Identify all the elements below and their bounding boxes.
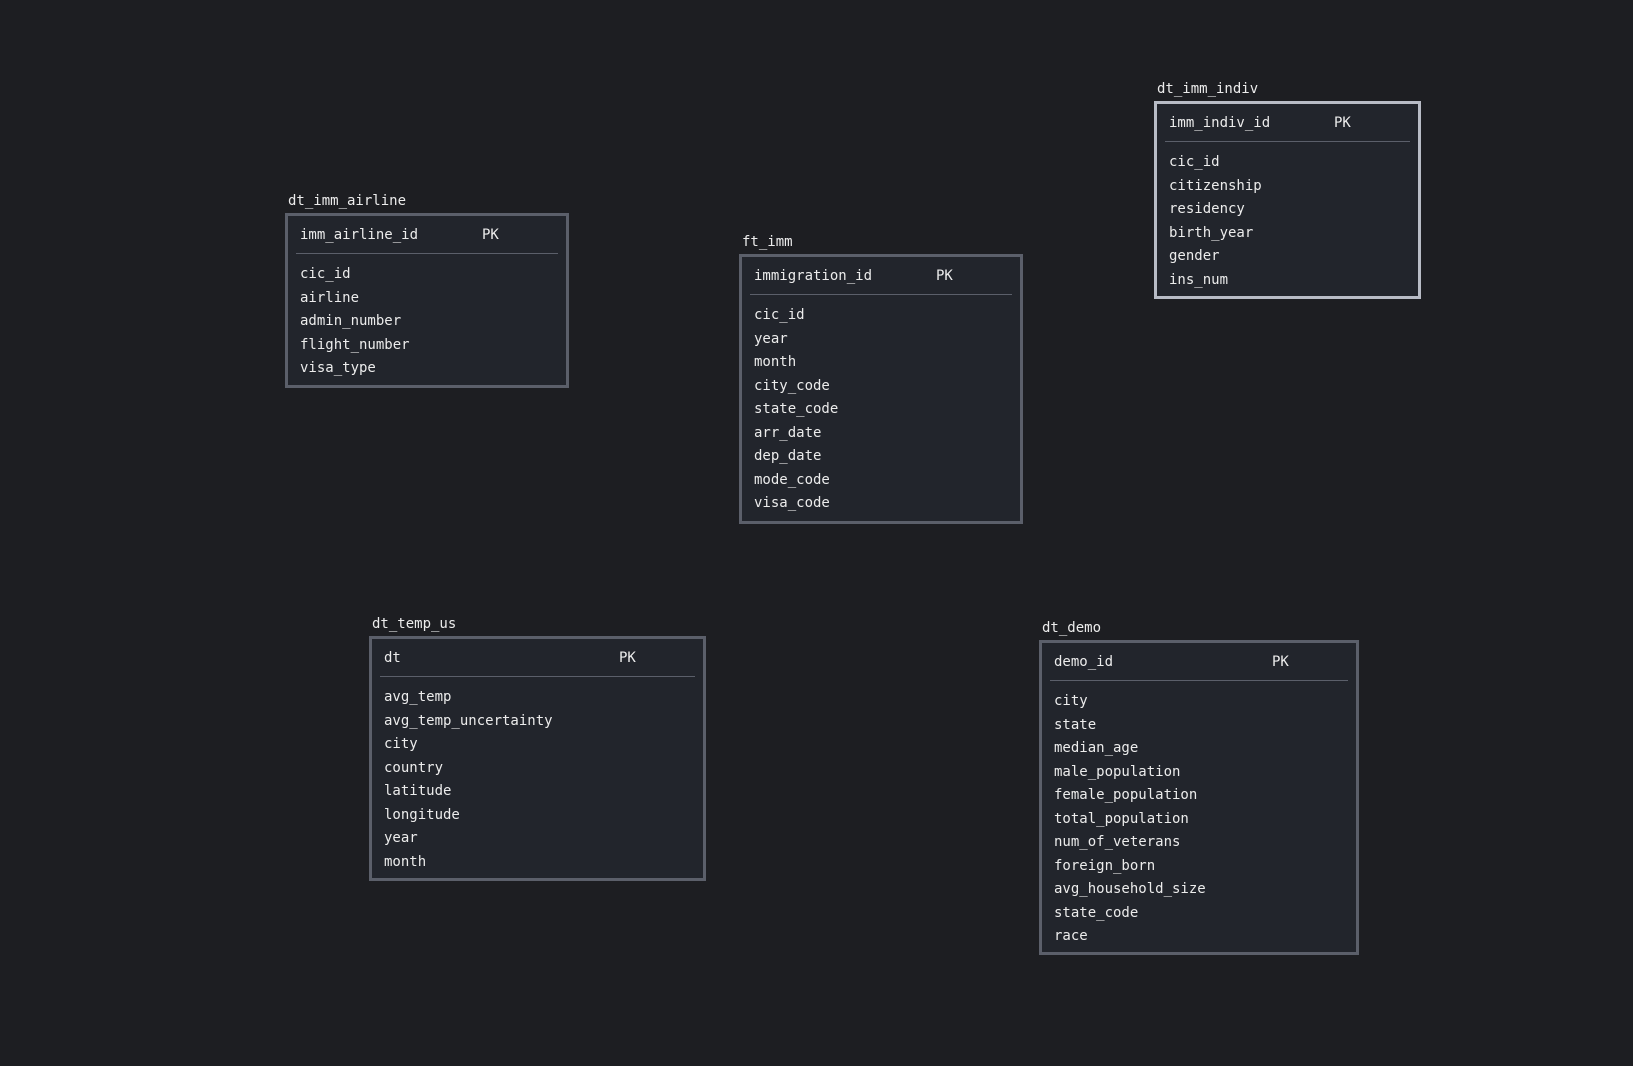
field-row[interactable]: total_population [1054,809,1206,833]
table-title: dt_imm_airline [288,193,407,209]
field-row[interactable]: avg_temp_uncertainty [384,711,553,735]
table-title: dt_temp_us [372,616,457,632]
table-box[interactable]: imm_indiv_id PK cic_id citizenship resid… [1154,101,1421,299]
field-row[interactable]: visa_type [300,358,410,382]
field-row[interactable]: cic_id [754,305,838,329]
table-dt-imm-airline[interactable]: dt_imm_airline imm_airline_id PK cic_id … [285,193,569,388]
field-list: cic_id year month city_code state_code a… [754,305,838,517]
pk-badge: PK [482,227,499,243]
field-row[interactable]: month [384,852,553,876]
primary-key-field: demo_id [1054,654,1114,670]
field-row[interactable]: visa_code [754,493,838,517]
field-row[interactable]: avg_temp [384,687,553,711]
field-row[interactable]: month [754,352,838,376]
table-dt-temp-us[interactable]: dt_temp_us dt PK avg_temp avg_temp_uncer… [369,616,706,881]
field-row[interactable]: city [1054,691,1206,715]
field-row[interactable]: state [1054,715,1206,739]
table-box[interactable]: imm_airline_id PK cic_id airline admin_n… [285,213,569,388]
pk-badge: PK [619,650,636,666]
field-row[interactable]: dep_date [754,446,838,470]
field-row[interactable]: residency [1169,199,1262,223]
field-row[interactable]: year [754,329,838,353]
field-row[interactable]: num_of_veterans [1054,832,1206,856]
field-row[interactable]: ins_num [1169,270,1262,294]
field-row[interactable]: flight_number [300,335,410,359]
primary-key-field: dt [384,650,401,666]
table-ft-imm[interactable]: ft_imm immigration_id PK cic_id year mon… [739,234,1023,524]
field-row[interactable]: state_code [754,399,838,423]
field-row[interactable]: longitude [384,805,553,829]
field-row[interactable]: median_age [1054,738,1206,762]
primary-key-row[interactable]: imm_airline_id PK [300,224,558,246]
diagram-canvas[interactable]: dt_imm_airline imm_airline_id PK cic_id … [0,0,1633,1066]
field-row[interactable]: year [384,828,553,852]
field-row[interactable]: latitude [384,781,553,805]
divider [1165,141,1410,142]
primary-key-row[interactable]: imm_indiv_id PK [1169,112,1410,134]
field-list: avg_temp avg_temp_uncertainty city count… [384,687,553,875]
table-title: dt_demo [1042,620,1102,636]
primary-key-row[interactable]: demo_id PK [1054,651,1348,673]
field-row[interactable]: airline [300,288,410,312]
table-dt-demo[interactable]: dt_demo demo_id PK city state median_age… [1039,620,1359,955]
field-row[interactable]: city_code [754,376,838,400]
field-row[interactable]: city [384,734,553,758]
field-row[interactable]: admin_number [300,311,410,335]
primary-key-row[interactable]: immigration_id PK [754,265,1012,287]
divider [296,253,558,254]
pk-badge: PK [936,268,953,284]
field-list: city state median_age male_population fe… [1054,691,1206,950]
table-box[interactable]: demo_id PK city state median_age male_po… [1039,640,1359,955]
field-row[interactable]: arr_date [754,423,838,447]
table-title: ft_imm [742,234,793,250]
table-box[interactable]: immigration_id PK cic_id year month city… [739,254,1023,524]
pk-badge: PK [1334,115,1351,131]
divider [750,294,1012,295]
field-row[interactable]: gender [1169,246,1262,270]
field-list: cic_id airline admin_number flight_numbe… [300,264,410,382]
divider [380,676,695,677]
table-title: dt_imm_indiv [1157,81,1259,97]
field-row[interactable]: avg_household_size [1054,879,1206,903]
primary-key-row[interactable]: dt PK [384,647,695,669]
field-row[interactable]: state_code [1054,903,1206,927]
field-row[interactable]: male_population [1054,762,1206,786]
field-row[interactable]: cic_id [1169,152,1262,176]
field-row[interactable]: race [1054,926,1206,950]
primary-key-field: imm_airline_id [300,227,419,243]
field-row[interactable]: citizenship [1169,176,1262,200]
field-row[interactable]: country [384,758,553,782]
field-row[interactable]: birth_year [1169,223,1262,247]
field-row[interactable]: mode_code [754,470,838,494]
field-list: cic_id citizenship residency birth_year … [1169,152,1262,293]
field-row[interactable]: cic_id [300,264,410,288]
field-row[interactable]: foreign_born [1054,856,1206,880]
table-box[interactable]: dt PK avg_temp avg_temp_uncertainty city… [369,636,706,881]
primary-key-field: imm_indiv_id [1169,115,1271,131]
pk-badge: PK [1272,654,1289,670]
table-dt-imm-indiv[interactable]: dt_imm_indiv imm_indiv_id PK cic_id citi… [1154,81,1421,299]
divider [1050,680,1348,681]
primary-key-field: immigration_id [754,268,873,284]
field-row[interactable]: female_population [1054,785,1206,809]
